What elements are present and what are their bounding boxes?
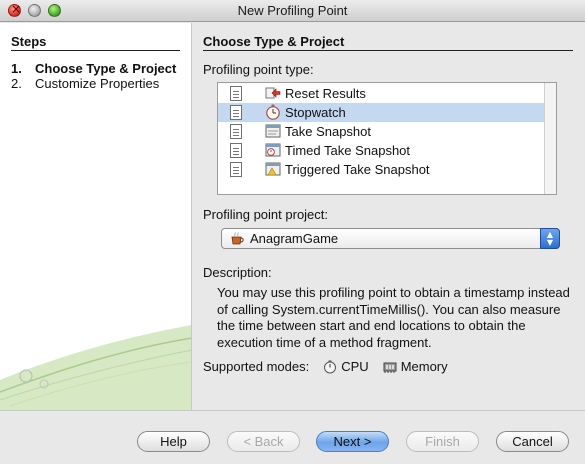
step-number: 2. — [11, 76, 22, 91]
document-icon — [230, 143, 242, 158]
step-number: 1. — [11, 61, 22, 76]
steps-divider — [11, 50, 180, 51]
project-select[interactable]: AnagramGame ▲ ▼ — [221, 228, 560, 249]
type-item-stopwatch[interactable]: Stopwatch — [218, 103, 546, 122]
type-label: Take Snapshot — [285, 124, 372, 139]
timed-snapshot-icon — [265, 143, 281, 157]
triggered-snapshot-icon — [265, 162, 281, 176]
back-button[interactable]: < Back — [227, 431, 300, 452]
reset-results-icon — [265, 87, 281, 99]
take-snapshot-icon — [265, 124, 281, 138]
type-label: Timed Take Snapshot — [285, 143, 411, 158]
steps-panel: Steps 1. Choose Type & Project 2. Custom… — [0, 23, 192, 410]
heading-divider — [203, 50, 573, 51]
supported-modes-label: Supported modes: — [203, 359, 310, 374]
step-label: Choose Type & Project — [35, 61, 177, 76]
memory-icon — [383, 362, 397, 373]
step-label: Customize Properties — [35, 76, 160, 91]
profiling-type-label: Profiling point type: — [203, 62, 314, 77]
description-text: You may use this profiling point to obta… — [217, 285, 570, 350]
type-label: Triggered Take Snapshot — [285, 162, 430, 177]
type-label: Reset Results — [285, 86, 366, 101]
window-title: New Profiling Point — [237, 3, 348, 18]
decorative-swoosh — [0, 325, 191, 410]
step-choose-type: 1. Choose Type & Project — [11, 61, 186, 76]
next-button[interactable]: Next > — [316, 431, 389, 452]
type-item-reset-results[interactable]: Reset Results — [218, 84, 546, 103]
steps-list: 1. Choose Type & Project 2. Customize Pr… — [11, 61, 186, 91]
project-label: Profiling point project: — [203, 207, 329, 222]
main-panel: Choose Type & Project Profiling point ty… — [193, 23, 585, 410]
page-title: Choose Type & Project — [203, 34, 345, 49]
type-list-scrollbar[interactable] — [544, 83, 556, 194]
cancel-button[interactable]: Cancel — [496, 431, 569, 452]
coffee-cup-icon — [231, 232, 244, 245]
cpu-icon — [324, 360, 337, 373]
project-select-value: AnagramGame — [250, 231, 339, 246]
type-item-timed-take-snapshot[interactable]: Timed Take Snapshot — [218, 141, 546, 160]
finish-button[interactable]: Finish — [406, 431, 479, 452]
help-button[interactable]: Help — [137, 431, 210, 452]
document-icon — [230, 86, 242, 101]
document-icon — [230, 105, 242, 120]
chevron-up-down-icon: ▲ ▼ — [540, 228, 560, 249]
mode-label: Memory — [400, 359, 448, 374]
type-item-triggered-take-snapshot[interactable]: Triggered Take Snapshot — [218, 160, 546, 179]
stopwatch-icon — [266, 104, 280, 120]
supported-modes: Supported modes: CPU Memory — [203, 359, 448, 374]
document-icon — [230, 124, 242, 139]
title-bar: New Profiling Point — [0, 0, 585, 22]
step-customize-properties: 2. Customize Properties — [11, 76, 186, 91]
profiling-type-list[interactable]: Reset Results Stopwatch Take Snapshot Ti… — [217, 82, 557, 195]
steps-heading: Steps — [11, 34, 47, 49]
description-label: Description: — [203, 265, 272, 280]
type-item-take-snapshot[interactable]: Take Snapshot — [218, 122, 546, 141]
document-icon — [230, 162, 242, 177]
button-bar: Help < Back Next > Finish Cancel — [0, 410, 585, 464]
mode-label: CPU — [341, 359, 369, 374]
type-label: Stopwatch — [285, 105, 346, 120]
